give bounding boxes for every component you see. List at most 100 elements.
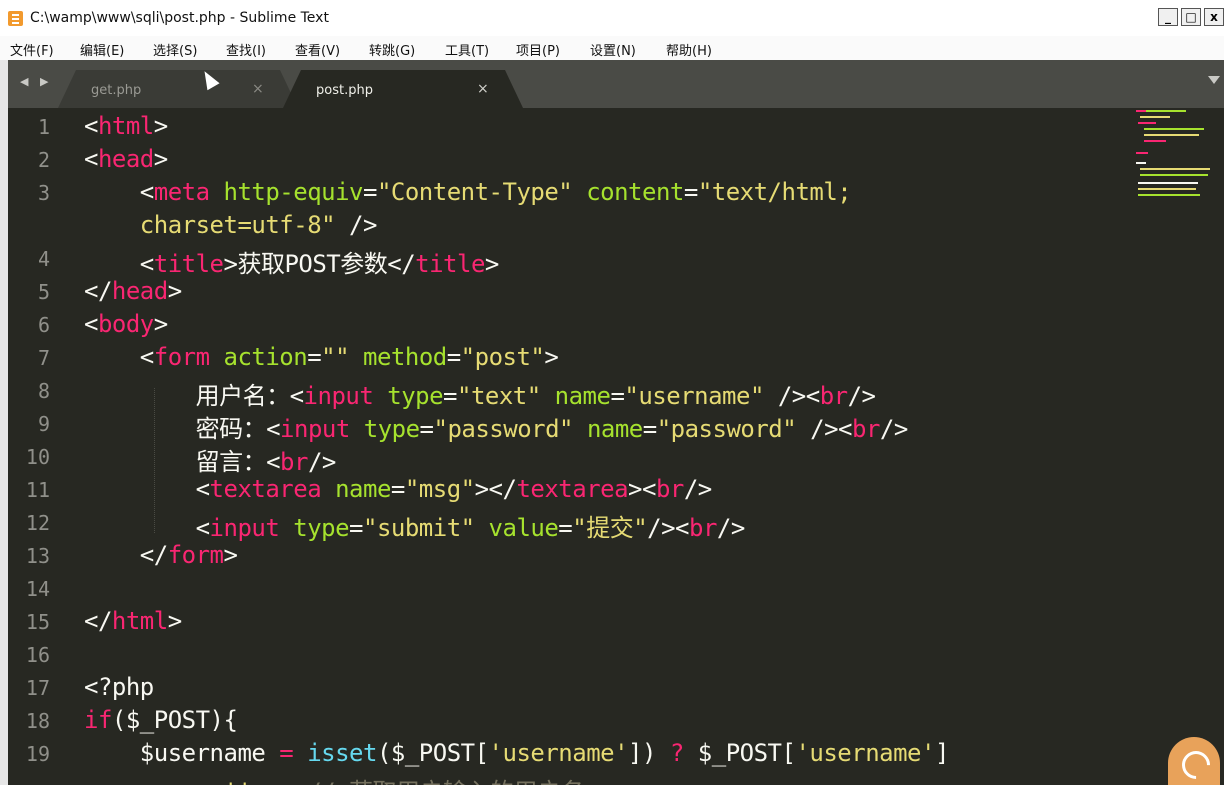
code-line: <meta http-equiv="Content-Type" content=… bbox=[84, 178, 852, 206]
code-token: html bbox=[97, 112, 154, 140]
code-token: "Content-Type" bbox=[376, 178, 573, 206]
code-token: ]) bbox=[628, 739, 670, 767]
line-number: 11 bbox=[25, 478, 50, 502]
menu-help[interactable]: 帮助(H) bbox=[666, 40, 712, 59]
code-token: ? bbox=[669, 739, 684, 767]
code-token: "" bbox=[321, 343, 350, 371]
code-line: <body> bbox=[84, 310, 168, 338]
code-token: < bbox=[84, 250, 154, 278]
code-token: = bbox=[390, 475, 405, 503]
code-token: "text/html; bbox=[697, 178, 852, 206]
code-line: <head> bbox=[84, 145, 168, 173]
code-token: : bbox=[84, 778, 224, 785]
code-token: type bbox=[363, 415, 420, 443]
code-token: < bbox=[84, 475, 210, 503]
line-number: 17 bbox=[25, 676, 50, 700]
line-number: 9 bbox=[37, 412, 50, 436]
code-token: head bbox=[111, 277, 168, 305]
code-token: </ bbox=[84, 541, 168, 569]
code-token: isset bbox=[307, 739, 377, 767]
code-line: <?php bbox=[84, 673, 154, 701]
line-number: 4 bbox=[37, 247, 50, 271]
tab-close-icon[interactable]: × bbox=[252, 81, 264, 97]
code-line: <html> bbox=[84, 112, 168, 140]
menu-tools[interactable]: 工具(T) bbox=[445, 40, 489, 59]
code-token: form bbox=[167, 541, 224, 569]
code-token: name bbox=[554, 382, 611, 410]
line-number: 12 bbox=[25, 511, 50, 535]
line-number: 15 bbox=[25, 610, 50, 634]
code-line: <input type="submit" value="提交"/><br/> bbox=[84, 508, 746, 543]
code-token: value bbox=[488, 514, 559, 542]
code-token: = bbox=[642, 415, 657, 443]
code-token: textarea bbox=[516, 475, 629, 503]
menu-file[interactable]: 文件(F) bbox=[10, 40, 54, 59]
line-number: 19 bbox=[25, 742, 50, 766]
code-token: ($_POST[ bbox=[376, 739, 489, 767]
menu-selection[interactable]: 选择(S) bbox=[153, 40, 197, 59]
title-bar: C:\wamp\www\sqli\post.php - Sublime Text… bbox=[0, 0, 1224, 36]
code-token: "提交" bbox=[572, 514, 648, 542]
code-token: // 获取用户输入的用户名 bbox=[307, 778, 584, 785]
minimize-button[interactable]: _ bbox=[1158, 8, 1178, 26]
tab-post-php[interactable]: post.php × bbox=[283, 70, 523, 108]
code-token: < bbox=[84, 145, 98, 173]
code-token: form bbox=[153, 343, 210, 371]
code-token: 'username' bbox=[488, 739, 629, 767]
wrench-tool-icon[interactable] bbox=[1168, 737, 1220, 785]
maximize-button[interactable]: □ bbox=[1181, 8, 1201, 26]
code-token: type bbox=[293, 514, 350, 542]
minimap[interactable] bbox=[1134, 108, 1224, 208]
code-token: ; bbox=[251, 778, 307, 785]
indent-guide bbox=[154, 388, 155, 533]
line-number: 13 bbox=[25, 544, 50, 568]
code-token: html bbox=[111, 607, 168, 635]
code-token: $username bbox=[84, 739, 280, 767]
line-number: 3 bbox=[37, 181, 50, 205]
code-line: 密码：<input type="password" name="password… bbox=[84, 409, 909, 444]
line-number: 16 bbox=[25, 643, 50, 667]
code-token: = bbox=[419, 415, 434, 443]
code-token: charset=utf-8" bbox=[84, 211, 336, 239]
code-token: br bbox=[689, 514, 717, 542]
code-line: if($_POST){ bbox=[84, 706, 238, 734]
menu-find[interactable]: 查找(I) bbox=[226, 40, 266, 59]
code-token: "msg" bbox=[404, 475, 475, 503]
code-token: <?php bbox=[84, 673, 154, 701]
code-token: < bbox=[84, 514, 210, 542]
code-token: /> bbox=[716, 514, 745, 542]
tab-nav-arrows[interactable]: ◀ ▶ bbox=[20, 75, 52, 88]
menu-goto[interactable]: 转跳(G) bbox=[369, 40, 415, 59]
code-line: <form action="" method="post"> bbox=[84, 343, 559, 371]
code-token: = bbox=[363, 178, 377, 206]
code-line: <textarea name="msg"></textarea><br/> bbox=[84, 475, 713, 503]
code-token: ></ bbox=[474, 475, 517, 503]
code-line: </head> bbox=[84, 277, 182, 305]
code-line: <title>获取POST参数</title> bbox=[84, 244, 500, 279]
code-token: = bbox=[349, 514, 363, 542]
code-token: > bbox=[153, 112, 168, 140]
menu-preferences[interactable]: 设置(N) bbox=[590, 40, 636, 59]
code-token: />< bbox=[763, 382, 820, 410]
code-line: charset=utf-8" /> bbox=[84, 211, 378, 239]
menu-view[interactable]: 查看(V) bbox=[295, 40, 340, 59]
code-token: 'username' bbox=[795, 739, 935, 767]
menu-edit[interactable]: 编辑(E) bbox=[80, 40, 124, 59]
code-token: 用户名：< bbox=[84, 382, 304, 410]
menu-project[interactable]: 项目(P) bbox=[516, 40, 560, 59]
code-token: "post" bbox=[460, 343, 545, 371]
tab-close-icon[interactable]: × bbox=[477, 81, 489, 97]
code-token: ($_POST){ bbox=[111, 706, 238, 734]
code-token: < bbox=[84, 310, 98, 338]
code-editor[interactable]: 1 2 3 4 5 6 7 8 9 10 11 12 13 14 15 16 17 18 19 <html> <hea… bbox=[8, 108, 1224, 785]
close-button[interactable]: x bbox=[1204, 8, 1224, 26]
code-token: > bbox=[167, 277, 182, 305]
code-token: head bbox=[97, 145, 154, 173]
tab-dropdown-icon[interactable] bbox=[1208, 76, 1220, 84]
tab-get-php[interactable]: get.php × bbox=[58, 70, 298, 108]
